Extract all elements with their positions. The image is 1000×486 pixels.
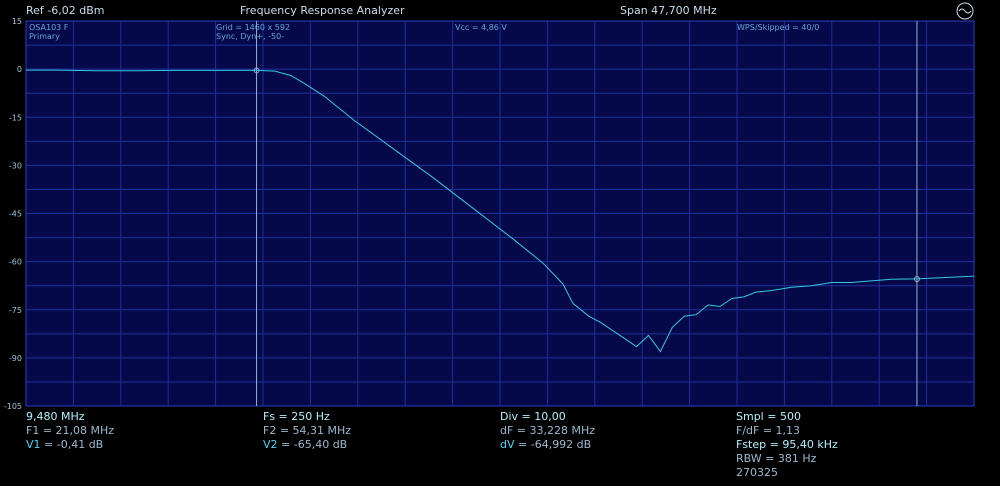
oscilloscope-mode-icon[interactable] (956, 2, 974, 20)
y-tick-label: 0 (17, 65, 22, 74)
y-tick-label: -105 (4, 402, 22, 411)
marker2-frequency[interactable]: F2 = 54,31 MHz (263, 424, 351, 437)
device-name: OSA103 F (29, 23, 69, 32)
vcc-readout: Vcc = 4,86 V (455, 23, 507, 32)
top-bar: Ref -6,02 dBm Frequency Response Analyze… (0, 0, 1000, 20)
y-tick-label: -30 (9, 161, 22, 170)
channel-label: Primary (29, 32, 60, 41)
reference-level[interactable]: Ref -6,02 dBm (26, 4, 105, 17)
wps-skipped-readout: WPS/Skipped = 40/0 (737, 23, 820, 32)
start-frequency[interactable]: 9,480 MHz (26, 410, 85, 423)
rbw-readout: RBW = 381 Hz (736, 452, 817, 465)
capture-id: 270325 (736, 466, 778, 479)
window-title: Frequency Response Analyzer (240, 4, 405, 17)
y-axis-tick-labels: 150-15-30-45-60-75-90-105 (4, 17, 22, 411)
grid-lines (26, 21, 974, 406)
sync-status: Sync, Dyn+, -50- (216, 32, 285, 41)
samples-readout[interactable]: Smpl = 500 (736, 410, 801, 423)
y-tick-label: -90 (9, 354, 22, 363)
v1-value: = -0,41 dB (40, 438, 104, 451)
marker1-frequency[interactable]: F1 = 21,08 MHz (26, 424, 114, 437)
frequency-step-readout[interactable]: Fstep = 95,40 kHz (736, 438, 838, 451)
y-tick-label: -60 (9, 258, 22, 267)
dv-label: dV (500, 438, 515, 451)
marker1-value: V1 = -0,41 dB (26, 438, 103, 451)
y-tick-label: -75 (9, 306, 22, 315)
dv-value: = -64,992 dB (514, 438, 592, 451)
v2-label: V2 (263, 438, 278, 451)
y-tick-label: -45 (9, 210, 22, 219)
delta-value: dV = -64,992 dB (500, 438, 591, 451)
grid-resolution: Grid = 1460 x 592 (216, 23, 291, 32)
delta-frequency: dF = 33,228 MHz (500, 424, 596, 437)
y-tick-label: -15 (9, 113, 22, 122)
v2-value: = -65,40 dB (277, 438, 348, 451)
sample-rate[interactable]: Fs = 250 Hz (263, 410, 330, 423)
division-readout[interactable]: Div = 10,00 (500, 410, 566, 423)
f-over-df-readout: F/dF = 1,13 (736, 424, 801, 437)
marker2-value: V2 = -65,40 dB (263, 438, 347, 451)
v1-label: V1 (26, 438, 41, 451)
span-readout[interactable]: Span 47,700 MHz (620, 4, 717, 17)
